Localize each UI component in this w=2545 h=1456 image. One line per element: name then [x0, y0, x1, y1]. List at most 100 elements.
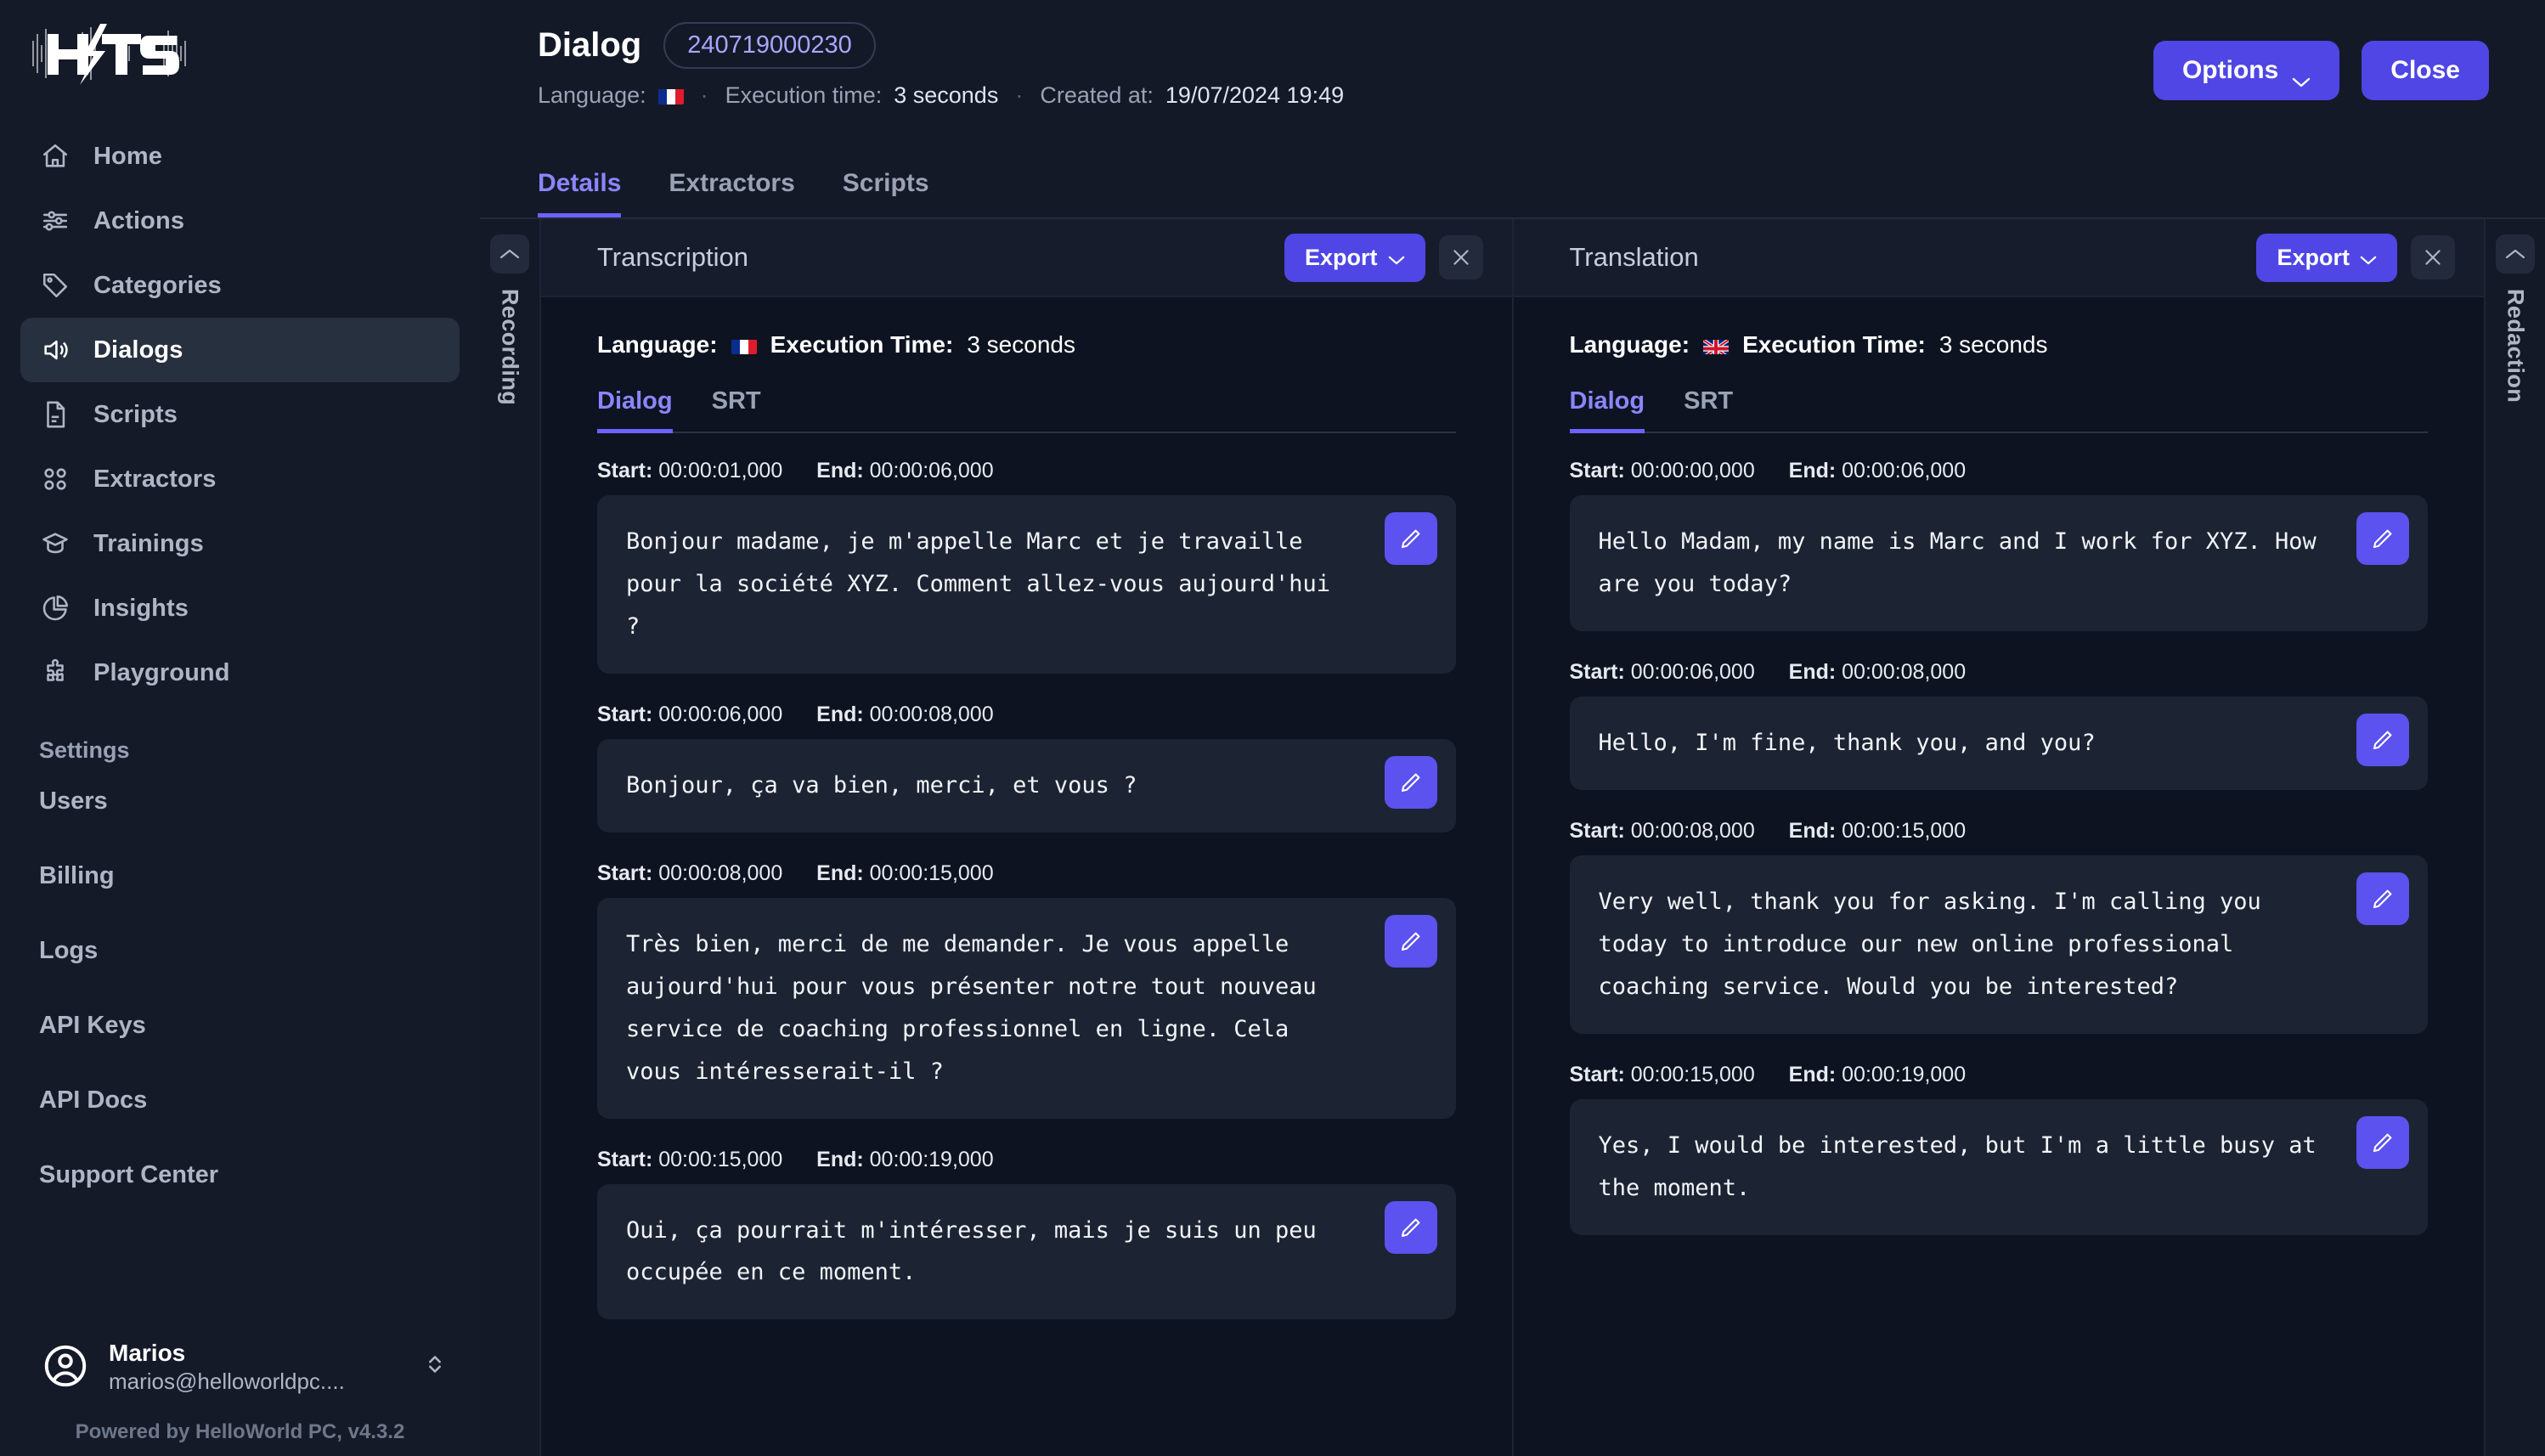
- sidebar-item-billing[interactable]: Billing: [0, 838, 480, 913]
- sidebar-item-label: Insights: [93, 594, 189, 622]
- home-icon: [39, 140, 71, 172]
- sidebar-item-dialogs[interactable]: Dialogs: [20, 318, 460, 382]
- language-label: Language:: [538, 82, 646, 108]
- tab-scripts[interactable]: Scripts: [843, 169, 929, 217]
- close-button-label: Close: [2390, 56, 2460, 84]
- edit-icon[interactable]: [1384, 512, 1437, 565]
- options-button[interactable]: Options: [2153, 41, 2340, 100]
- pie-chart-icon: [39, 592, 71, 624]
- translation-segment-list: Start: 00:00:00,000 End: 00:00:06,000 He…: [1569, 433, 2429, 1235]
- end-label: End:: [816, 459, 864, 483]
- subtab-dialog[interactable]: Dialog: [597, 387, 673, 433]
- segment-bubble: Bonjour, ça va bien, merci, et vous ?: [597, 738, 1456, 832]
- edit-icon[interactable]: [2356, 713, 2409, 766]
- edit-icon[interactable]: [2356, 1115, 2409, 1169]
- segment-start: 00:00:15,000: [1630, 1062, 1755, 1086]
- edit-icon[interactable]: [2356, 872, 2409, 925]
- end-label: End:: [816, 861, 864, 885]
- segment-timecodes: Start: 00:00:00,000 End: 00:00:06,000: [1570, 459, 2429, 495]
- close-button[interactable]: Close: [2362, 41, 2489, 100]
- segment-timecodes: Start: 00:00:06,000 End: 00:00:08,000: [597, 703, 1456, 739]
- user-account-switcher[interactable]: Marios marios@helloworldpc....: [0, 1338, 480, 1396]
- start-label: Start:: [1569, 459, 1625, 483]
- subtab-srt[interactable]: SRT: [1684, 387, 1733, 433]
- transcription-close-icon[interactable]: [1438, 235, 1483, 279]
- chevron-up-down-icon: [424, 1350, 446, 1383]
- sidebar-item-users[interactable]: Users: [0, 764, 480, 838]
- chevron-up-icon[interactable]: [2496, 234, 2535, 274]
- transcription-panel: Transcription Export Language: Execution…: [541, 219, 1512, 1456]
- chevron-up-icon[interactable]: [490, 234, 529, 274]
- tag-icon: [39, 269, 71, 302]
- sidebar-item-actions[interactable]: Actions: [20, 189, 460, 253]
- sidebar-item-home[interactable]: Home: [20, 124, 460, 189]
- segment-end: 00:00:15,000: [869, 861, 994, 885]
- edit-icon[interactable]: [1384, 755, 1437, 809]
- segment-text: Hello Madam, my name is Marc and I work …: [1598, 528, 2331, 597]
- sidebar-item-api-keys[interactable]: API Keys: [0, 988, 480, 1063]
- segment-bubble: Bonjour madame, je m'appelle Marc et je …: [597, 495, 1456, 674]
- sidebar-item-support-center[interactable]: Support Center: [0, 1137, 480, 1212]
- segment-bubble: Hello, I'm fine, thank you, and you?: [1569, 696, 2428, 790]
- transcription-subtabs: Dialog SRT: [597, 387, 1456, 433]
- tab-details[interactable]: Details: [538, 169, 622, 217]
- segment-start: 00:00:08,000: [1630, 818, 1755, 843]
- dialog-id-badge[interactable]: 240719000230: [663, 22, 876, 69]
- transcription-export-button[interactable]: Export: [1284, 233, 1425, 282]
- start-label: Start:: [1569, 1062, 1625, 1086]
- transcription-body: Language: Execution Time: 3 seconds Dial…: [541, 297, 1512, 1456]
- segment-bubble: Yes, I would be interested, but I'm a li…: [1569, 1098, 2428, 1235]
- sidebar-item-api-docs[interactable]: API Docs: [0, 1063, 480, 1137]
- chevron-down-icon: [2292, 65, 2311, 87]
- transcription-panel-header: Transcription Export: [541, 219, 1512, 297]
- chevron-down-icon: [1388, 245, 1405, 271]
- puzzle-icon: [39, 657, 71, 689]
- segment-timecodes: Start: 00:00:01,000 End: 00:00:06,000: [597, 459, 1456, 495]
- segment-timecodes: Start: 00:00:06,000 End: 00:00:08,000: [1570, 660, 2429, 697]
- start-label: Start:: [597, 861, 653, 885]
- sidebar-item-logs[interactable]: Logs: [0, 913, 480, 988]
- brand-logo[interactable]: [0, 0, 480, 112]
- sidebar-item-categories[interactable]: Categories: [20, 253, 460, 318]
- edit-icon[interactable]: [2356, 512, 2409, 565]
- sidebar-item-trainings[interactable]: Trainings: [20, 511, 460, 576]
- avatar: [41, 1341, 90, 1391]
- translation-execution-value: 3 seconds: [1938, 331, 2048, 358]
- sidebar-item-extractors[interactable]: Extractors: [20, 447, 460, 511]
- sidebar-item-label: Playground: [93, 658, 230, 686]
- graduation-cap-icon: [39, 528, 71, 560]
- edit-icon[interactable]: [1384, 914, 1437, 968]
- segment-end: 00:00:06,000: [1842, 459, 1967, 483]
- sidebar-item-scripts[interactable]: Scripts: [20, 382, 460, 447]
- translation-segment: Start: 00:00:06,000 End: 00:00:08,000 He…: [1569, 660, 2429, 790]
- transcription-title: Transcription: [597, 242, 749, 272]
- panels-workspace: Recording Transcription Export Language:…: [480, 219, 2545, 1456]
- sidebar-item-insights[interactable]: Insights: [20, 576, 460, 641]
- edit-icon[interactable]: [1384, 1200, 1437, 1254]
- translation-execution-label: Execution Time:: [1742, 331, 1926, 358]
- start-label: Start:: [597, 1147, 653, 1171]
- translation-close-icon[interactable]: [2411, 235, 2455, 279]
- translation-segment: Start: 00:00:00,000 End: 00:00:06,000 He…: [1569, 459, 2429, 631]
- start-label: Start:: [597, 702, 653, 726]
- segment-end: 00:00:08,000: [869, 702, 994, 726]
- translation-subtabs: Dialog SRT: [1569, 387, 2428, 433]
- translation-body: Language: Execution Time: 3 seconds Dial…: [1513, 297, 2484, 1456]
- tab-extractors[interactable]: Extractors: [669, 169, 794, 217]
- subtab-dialog[interactable]: Dialog: [1569, 387, 1645, 433]
- export-label: Export: [1304, 244, 1378, 270]
- segment-text: Yes, I would be interested, but I'm a li…: [1598, 1132, 2331, 1201]
- translation-segment: Start: 00:00:08,000 End: 00:00:15,000 Ve…: [1569, 818, 2428, 1034]
- segment-end: 00:00:06,000: [869, 459, 994, 483]
- flag-gb-icon: [1703, 336, 1730, 354]
- export-label: Export: [2277, 244, 2350, 270]
- options-button-label: Options: [2181, 56, 2279, 84]
- settings-nav: Users Billing Logs API Keys API Docs Sup…: [0, 764, 480, 1212]
- subtab-srt[interactable]: SRT: [712, 387, 761, 433]
- translation-export-button[interactable]: Export: [2256, 233, 2397, 282]
- end-label: End:: [1788, 659, 1837, 684]
- sidebar-item-playground[interactable]: Playground: [20, 641, 460, 705]
- recording-rail[interactable]: Recording: [480, 219, 541, 1456]
- page-title: Dialog: [538, 26, 642, 64]
- redaction-rail[interactable]: Redaction: [2484, 219, 2545, 1456]
